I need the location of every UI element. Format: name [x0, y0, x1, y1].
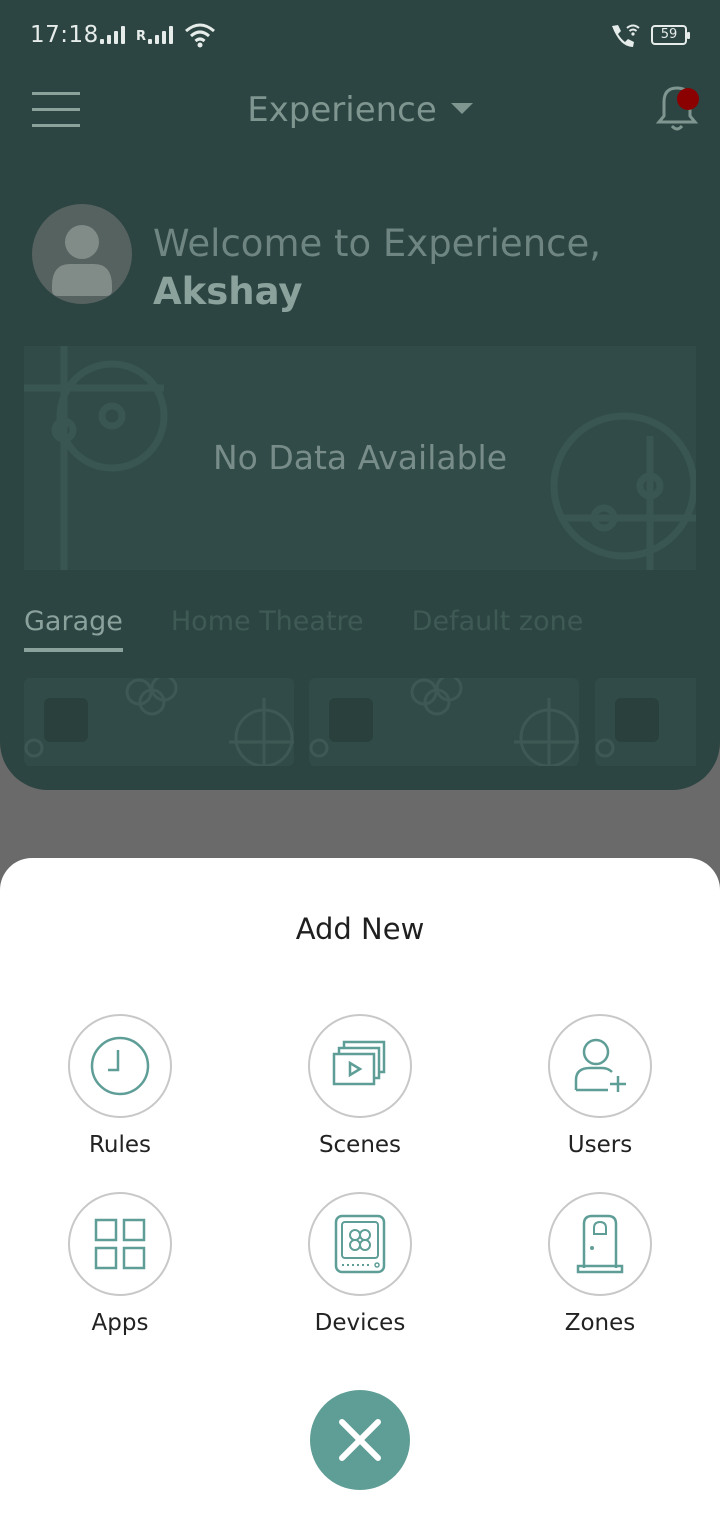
add-new-sheet: Add New Rules Scenes Users Apps Devices …	[0, 858, 720, 1520]
add-rule-option[interactable]: Rules	[20, 1014, 220, 1174]
signal-icon-2	[148, 26, 173, 44]
option-circle	[308, 1192, 412, 1296]
user-avatar-icon	[52, 225, 112, 296]
option-circle	[68, 1192, 172, 1296]
status-time: 17:18	[30, 22, 99, 48]
no-data-message: No Data Available	[212, 438, 508, 477]
sheet-title: Add New	[295, 912, 425, 946]
option-circle	[308, 1014, 412, 1118]
wifi-icon	[185, 23, 215, 48]
close-button[interactable]	[310, 1390, 410, 1490]
close-icon	[339, 1419, 381, 1461]
pattern-decoration	[309, 678, 579, 766]
page-title-dropdown[interactable]: Experience	[0, 90, 720, 130]
tab-default-zone[interactable]: Default zone	[412, 606, 584, 650]
battery-indicator: 59	[651, 25, 690, 45]
add-user-option[interactable]: Users	[500, 1014, 700, 1174]
option-label: Rules	[88, 1132, 152, 1158]
add-zone-option[interactable]: Zones	[500, 1192, 700, 1352]
option-label: Users	[567, 1132, 633, 1158]
network-label: R	[136, 29, 147, 44]
pattern-decoration	[24, 678, 294, 766]
avatar[interactable]	[32, 204, 132, 304]
welcome-user-name: Akshay	[153, 270, 303, 313]
option-label: Scenes	[318, 1132, 402, 1158]
zone-card-list	[24, 678, 696, 766]
scenes-icon	[332, 1040, 386, 1086]
tab-home-theatre[interactable]: Home Theatre	[171, 606, 364, 650]
welcome-greeting: Welcome to Experience,	[153, 222, 602, 265]
add-app-option[interactable]: Apps	[20, 1192, 220, 1352]
door-icon	[576, 1214, 624, 1274]
zone-tabs: Garage Home Theatre Default zone	[24, 606, 583, 654]
device-icon	[334, 1214, 386, 1274]
zone-card[interactable]	[309, 678, 579, 766]
experience-panel: No Data Available	[24, 346, 696, 570]
tab-garage[interactable]: Garage	[24, 606, 123, 652]
status-bar: 17:18 R 59	[0, 0, 720, 70]
add-scene-option[interactable]: Scenes	[260, 1014, 460, 1174]
page-title: Experience	[247, 90, 437, 130]
chevron-down-icon	[450, 103, 473, 114]
add-device-option[interactable]: Devices	[260, 1192, 460, 1352]
home-screen-card: 17:18 R 59 Experience Welcome to Experie…	[0, 0, 720, 790]
zone-card[interactable]	[24, 678, 294, 766]
wifi-call-icon	[612, 24, 640, 47]
notification-badge	[677, 88, 699, 110]
option-label: Devices	[314, 1310, 406, 1336]
clock-icon	[90, 1036, 150, 1096]
zone-card[interactable]	[595, 678, 696, 766]
pattern-decoration	[595, 738, 615, 758]
add-user-icon	[574, 1038, 626, 1092]
option-label: Apps	[91, 1310, 149, 1336]
grid-icon	[94, 1218, 146, 1270]
option-circle	[68, 1014, 172, 1118]
option-circle	[548, 1192, 652, 1296]
option-circle	[548, 1014, 652, 1118]
option-label: Zones	[564, 1310, 636, 1336]
signal-icon	[100, 26, 125, 44]
